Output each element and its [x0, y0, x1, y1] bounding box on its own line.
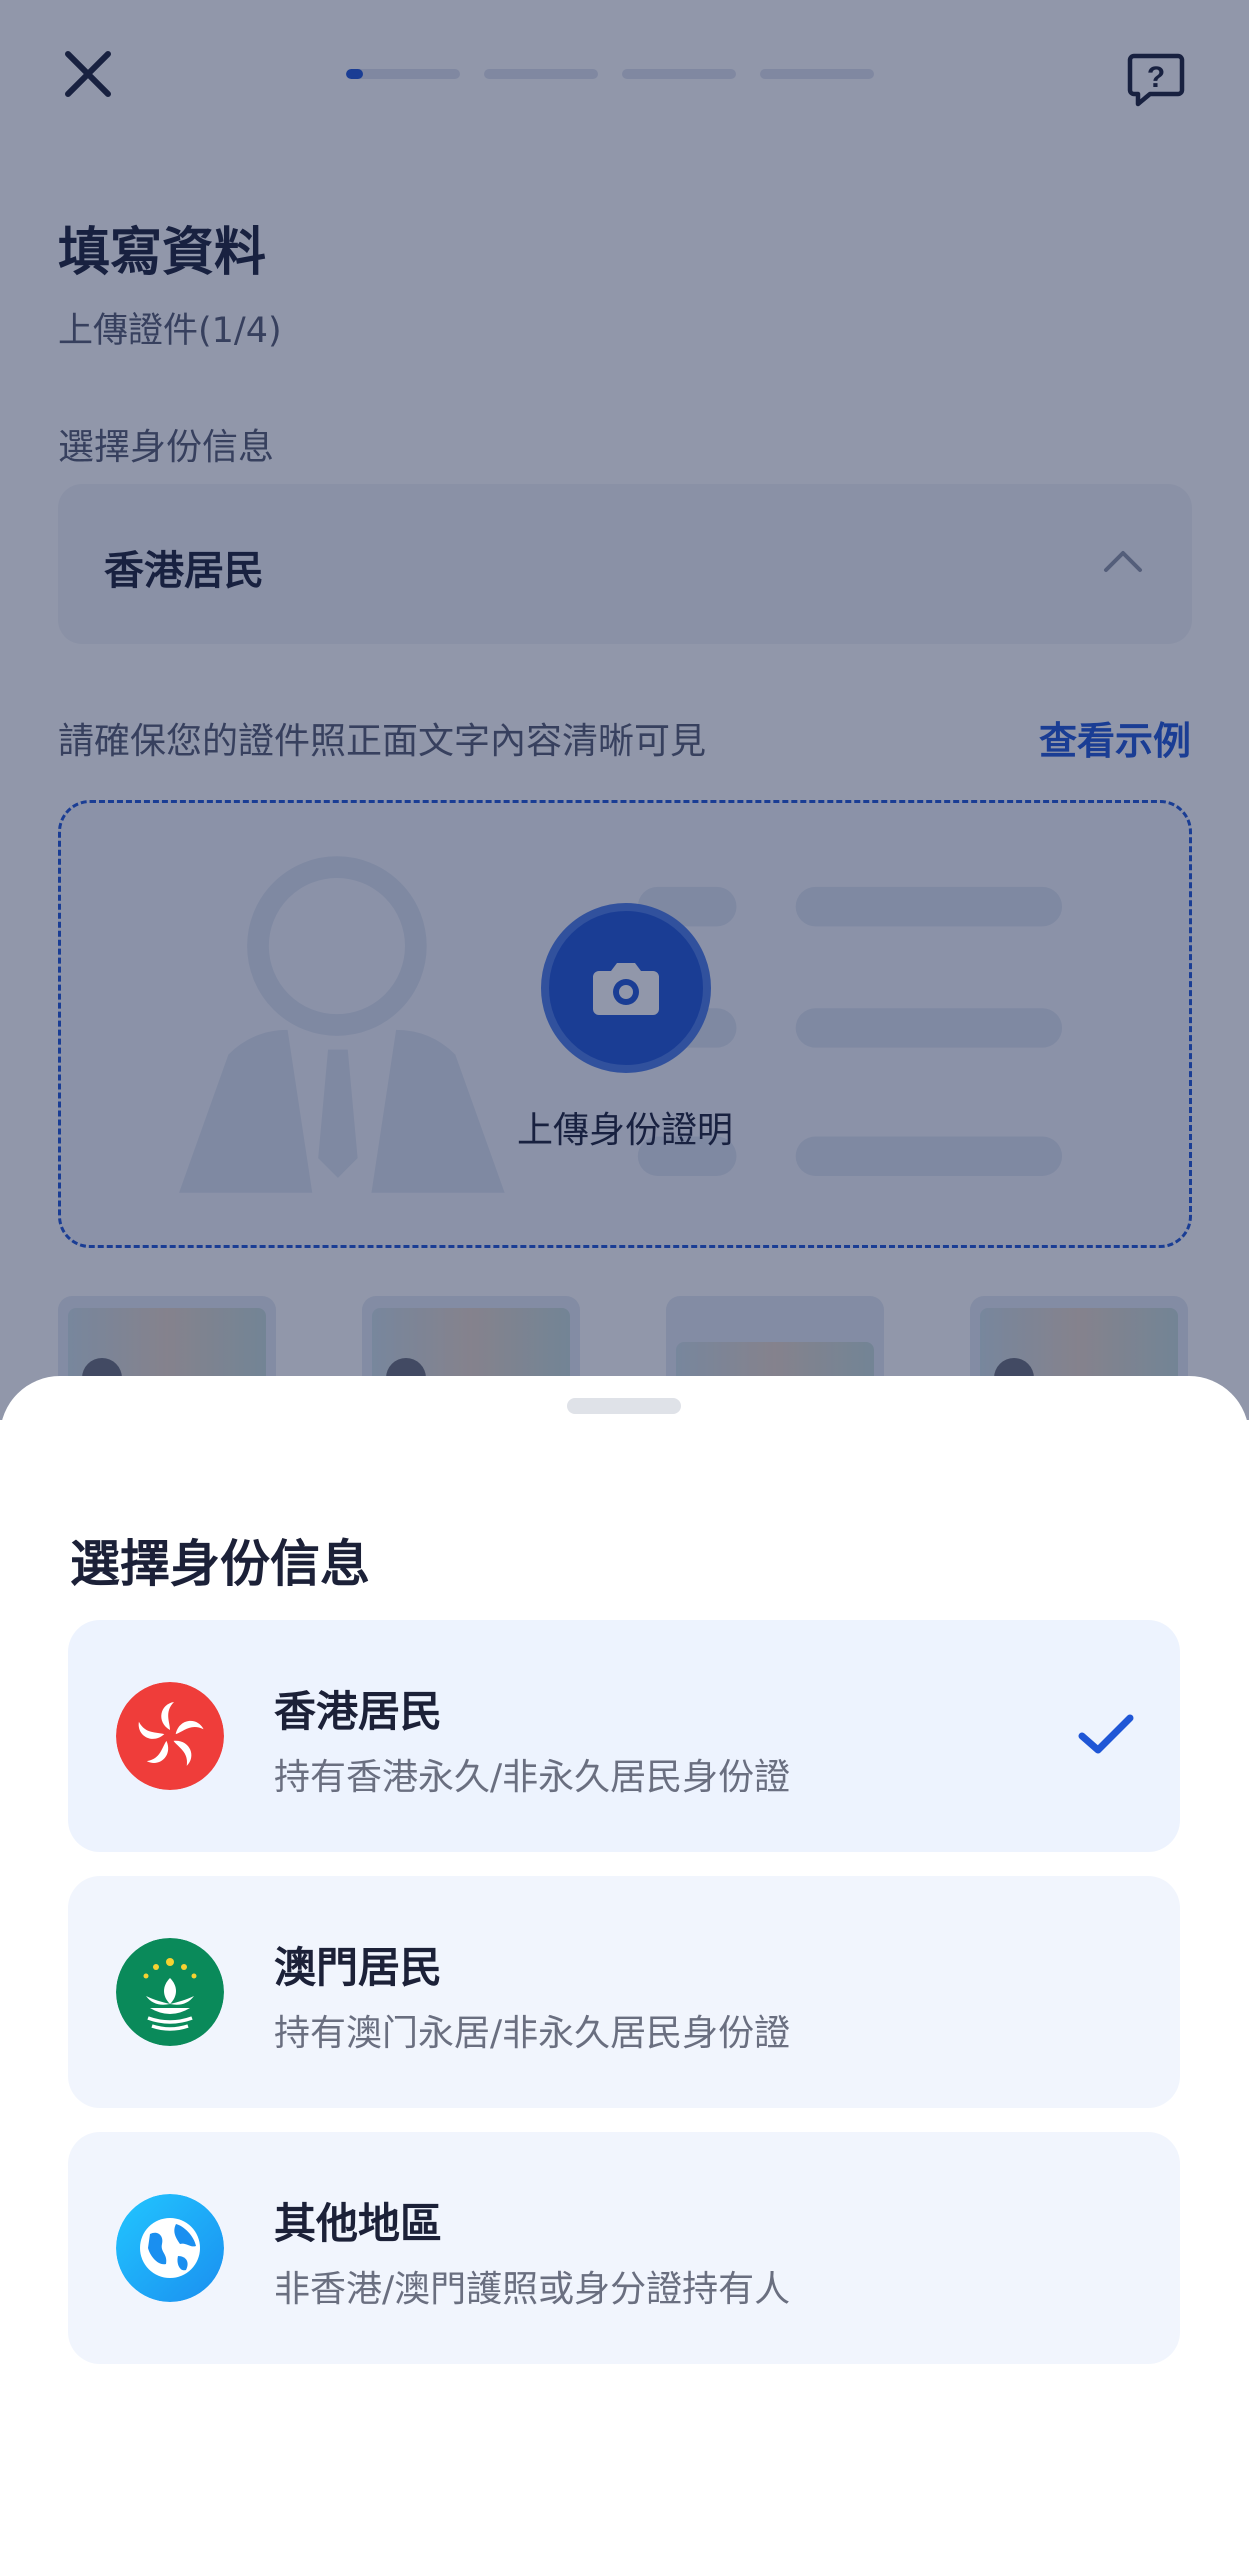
- option-name: 香港居民: [274, 1687, 443, 1736]
- option-hong-kong-resident[interactable]: 香港居民 持有香港永久/非永久居民身份證: [68, 1620, 1180, 1852]
- sheet-drag-handle[interactable]: [567, 1398, 681, 1414]
- globe-icon: [116, 2194, 224, 2302]
- identity-upload-page: ? 填寫資料 上傳證件(1/4) 選擇身份信息 香港居民 請確保您的證件照正面文…: [0, 0, 1249, 2573]
- option-description: 非香港/澳門護照或身分證持有人: [274, 2269, 791, 2310]
- hong-kong-flag-icon: [116, 1682, 224, 1790]
- option-macau-resident[interactable]: 澳門居民 持有澳门永居/非永久居民身份證: [68, 1876, 1180, 2108]
- modal-backdrop[interactable]: [0, 0, 1249, 1420]
- sheet-title: 選擇身份信息: [70, 1535, 370, 1593]
- option-other-region[interactable]: 其他地區 非香港/澳門護照或身分證持有人: [68, 2132, 1180, 2364]
- option-name: 其他地區: [274, 2199, 443, 2248]
- option-name: 澳門居民: [274, 1943, 443, 1992]
- macau-flag-icon: [116, 1938, 224, 2046]
- identity-type-sheet: 選擇身份信息 香港居民 持有香港永久/非永久居民身份證 澳門居民 持有澳门永居/…: [0, 1376, 1249, 2573]
- option-description: 持有香港永久/非永久居民身份證: [274, 1757, 791, 1798]
- check-icon: [1078, 1714, 1134, 1754]
- option-description: 持有澳门永居/非永久居民身份證: [274, 2013, 791, 2054]
